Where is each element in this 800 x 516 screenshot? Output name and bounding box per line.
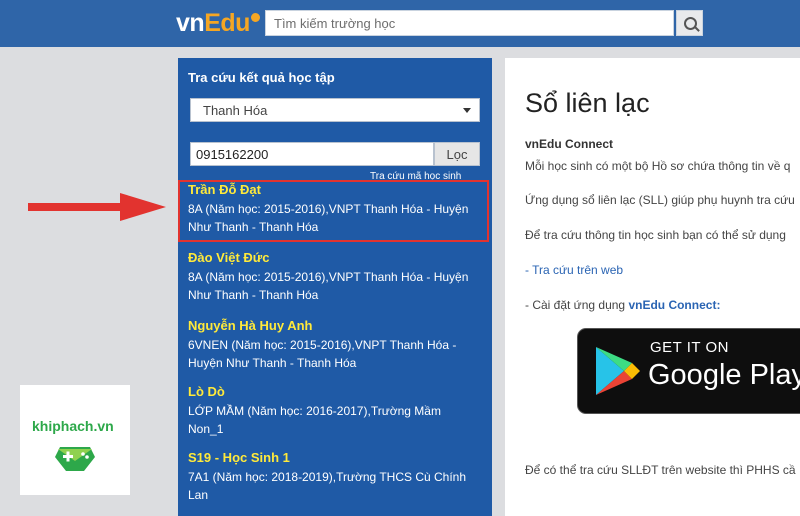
- school-search-input[interactable]: Tìm kiếm trường học: [265, 10, 674, 36]
- logo-accent-text: Edu: [204, 9, 250, 37]
- student-info-line: LỚP MẦM (Năm học: 2016-2017),Trường Mầm: [188, 404, 441, 418]
- result-lookup-panel: Tra cứu kết quả học tập Thanh Hóa 091516…: [178, 58, 492, 516]
- description-line: Ứng dụng sổ liên lạc (SLL) giúp phụ huyn…: [525, 193, 795, 207]
- student-name: Nguyễn Hà Huy Anh: [188, 318, 313, 333]
- store-big-text: Google Play: [648, 359, 800, 391]
- search-placeholder: Tìm kiếm trường học: [274, 16, 396, 31]
- student-info-line: 7A1 (Năm học: 2018-2019),Trường THCS Cù …: [188, 470, 467, 484]
- student-info-line: 6VNEN (Năm học: 2015-2016),VNPT Thanh Hó…: [188, 338, 457, 352]
- contact-book-panel: Sổ liên lạc vnEdu Connect Mỗi học sinh c…: [505, 58, 800, 516]
- student-name: Lò Dò: [188, 384, 225, 399]
- student-result-item[interactable]: Lò Dò LỚP MẦM (Năm học: 2016-2017),Trườn…: [188, 384, 484, 438]
- google-play-badge[interactable]: GET IT ON Google Play: [577, 328, 800, 414]
- phone-number-input[interactable]: 0915162200: [190, 142, 434, 166]
- student-info-line: Như Thanh - Thanh Hóa: [188, 288, 319, 302]
- description-line: Mỗi học sinh có một bộ Hồ sơ chứa thông …: [525, 159, 791, 173]
- province-selected-value: Thanh Hóa: [203, 103, 268, 118]
- student-result-item[interactable]: S19 - Học Sinh 1 7A1 (Năm học: 2018-2019…: [188, 450, 484, 504]
- vnedu-logo[interactable]: vnEdu: [176, 9, 260, 39]
- province-select[interactable]: Thanh Hóa: [190, 98, 480, 122]
- khiphach-logo-box: khiphach.vn: [20, 385, 130, 495]
- student-info-line: Non_1: [188, 422, 224, 436]
- student-result-item[interactable]: Đào Việt Đức 8A (Năm học: 2015-2016),VNP…: [188, 250, 484, 304]
- install-app-name[interactable]: vnEdu Connect:: [628, 298, 720, 312]
- chevron-down-icon: [463, 108, 471, 113]
- red-arrow-icon: [28, 193, 166, 221]
- logo-dot-icon: [250, 12, 260, 22]
- student-info-line: 8A (Năm học: 2015-2016),VNPT Thanh Hóa -…: [188, 270, 469, 284]
- top-header: vnEdu Tìm kiếm trường học: [0, 0, 800, 47]
- student-name: Đào Việt Đức: [188, 250, 270, 265]
- student-info-line: Lan: [188, 488, 209, 502]
- contact-book-title: Sổ liên lạc: [525, 88, 650, 118]
- logo-main-text: vn: [176, 9, 205, 37]
- contact-book-subtitle: vnEdu Connect: [525, 137, 614, 151]
- gamepad-icon: [55, 447, 95, 471]
- google-play-icon: [596, 347, 640, 395]
- install-prefix: - Cài đặt ứng dụng: [525, 298, 629, 312]
- store-small-text: GET IT ON: [650, 339, 729, 356]
- footer-note: Để có thể tra cứu SLLĐT trên website thì…: [525, 463, 796, 477]
- student-result-item[interactable]: Nguyễn Hà Huy Anh 6VNEN (Năm học: 2015-2…: [188, 318, 484, 372]
- khiphach-logo-text: khiphach.vn: [32, 418, 114, 434]
- student-name: S19 - Học Sinh 1: [188, 450, 290, 465]
- panel-title: Tra cứu kết quả học tập: [188, 70, 335, 85]
- phone-number-value: 0915162200: [196, 147, 269, 162]
- web-lookup-link[interactable]: - Tra cứu trên web: [525, 263, 623, 277]
- student-info-line: Huyện Như Thanh - Thanh Hóa: [188, 356, 357, 370]
- description-line: Để tra cứu thông tin học sinh bạn có thể…: [525, 228, 786, 242]
- install-app-line: - Cài đặt ứng dụng vnEdu Connect:: [525, 298, 720, 312]
- search-button[interactable]: [676, 10, 703, 36]
- search-icon-handle: [694, 26, 700, 32]
- filter-button[interactable]: Lọc: [434, 142, 480, 166]
- selected-result-highlight: [178, 180, 489, 242]
